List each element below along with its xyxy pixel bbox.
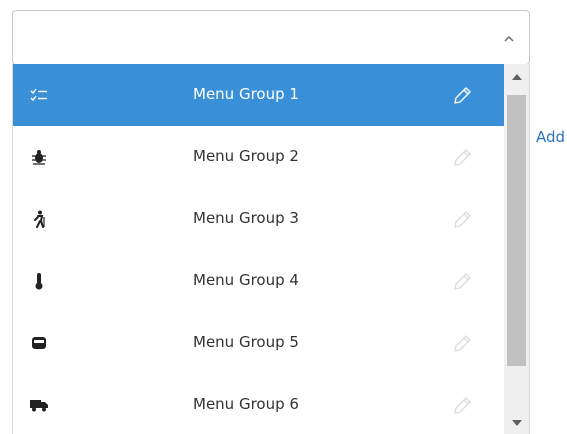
dropdown-panel: Menu Group 1 Menu Group 2 Menu Group 3 M… [12, 64, 530, 434]
list-item-menu-group-2[interactable]: Menu Group 2 [13, 126, 504, 188]
list-item-label: Menu Group 5 [193, 333, 299, 351]
list-item-menu-group-4[interactable]: Menu Group 4 [13, 250, 504, 312]
scroll-down-arrow-icon[interactable] [504, 414, 529, 432]
list-item-menu-group-6[interactable]: Menu Group 6 [13, 374, 504, 434]
pencil-icon[interactable] [451, 333, 473, 355]
menu-group-select[interactable] [12, 10, 530, 65]
hiking-person-icon [29, 209, 49, 229]
chevron-up-icon[interactable] [503, 33, 515, 45]
pencil-icon[interactable] [451, 271, 473, 293]
add-link[interactable]: Add [536, 128, 565, 146]
list-item-label: Menu Group 2 [193, 147, 299, 165]
pencil-icon[interactable] [451, 147, 473, 169]
list-item-menu-group-1[interactable]: Menu Group 1 [13, 64, 504, 126]
list-item-label: Menu Group 1 [193, 85, 299, 103]
list-item-menu-group-3[interactable]: Menu Group 3 [13, 188, 504, 250]
pencil-icon[interactable] [451, 395, 473, 417]
truck-icon [29, 395, 49, 415]
list-item-label: Menu Group 6 [193, 395, 299, 413]
thermometer-icon [29, 271, 49, 291]
pencil-icon[interactable] [451, 85, 473, 107]
checklist-icon [29, 85, 49, 105]
scrollbar[interactable] [504, 64, 529, 434]
scrollbar-thumb[interactable] [507, 95, 526, 366]
list-item-menu-group-5[interactable]: Menu Group 5 [13, 312, 504, 374]
dropdown-list: Menu Group 1 Menu Group 2 Menu Group 3 M… [13, 64, 504, 434]
inbox-tray-icon [29, 333, 49, 353]
pencil-icon[interactable] [451, 209, 473, 231]
menu-group-selector: Add Menu Group 1 Menu Group 2 Menu Group… [0, 0, 567, 434]
list-item-label: Menu Group 4 [193, 271, 299, 289]
bug-icon [29, 147, 49, 167]
list-item-label: Menu Group 3 [193, 209, 299, 227]
scroll-up-arrow-icon[interactable] [504, 68, 529, 86]
